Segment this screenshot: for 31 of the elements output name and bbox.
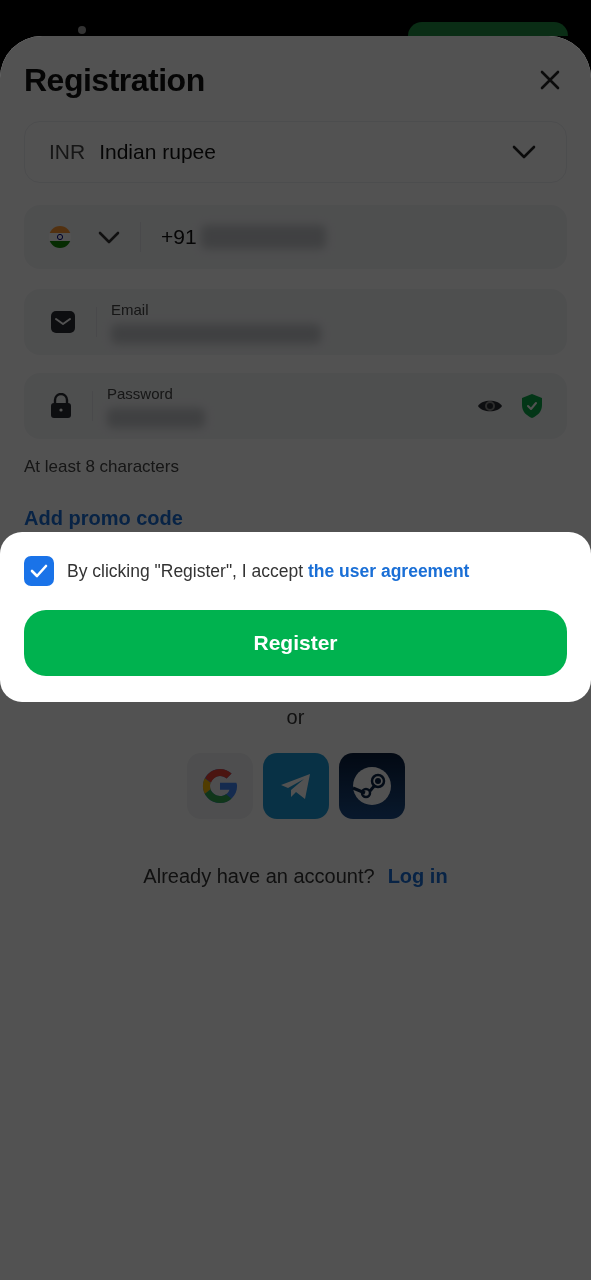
promo-code-link[interactable]: Add promo code [24, 507, 183, 530]
lock-icon [50, 393, 72, 419]
phone-field[interactable]: +91 [24, 205, 567, 269]
shield-check-icon [521, 393, 543, 419]
checkmark-icon [30, 564, 48, 578]
google-login-button[interactable] [186, 753, 253, 819]
register-button[interactable]: Register [24, 610, 567, 676]
dialog-title: Registration [24, 61, 205, 99]
user-agreement-link[interactable]: the user agreement [308, 560, 470, 581]
currency-code: INR [49, 140, 86, 164]
password-field[interactable]: Password [24, 373, 567, 439]
agreement-text: By clicking "Register", I accept the user agreement [67, 560, 470, 582]
divider-text: or [286, 706, 305, 729]
envelope-icon [50, 310, 76, 334]
chevron-down-icon[interactable] [98, 230, 120, 244]
login-link[interactable]: Log in [387, 865, 448, 888]
currency-select[interactable]: INR Indian rupee [24, 121, 567, 183]
currency-name: Indian rupee [99, 140, 217, 164]
field-label: Email [111, 300, 150, 318]
login-prompt: Already have an account? [143, 865, 375, 888]
checkbox[interactable] [24, 556, 54, 586]
telegram-login-button[interactable] [262, 753, 329, 819]
password-hint: At least 8 characters [24, 457, 180, 477]
close-icon[interactable] [539, 69, 561, 91]
flag-icon[interactable] [48, 225, 72, 249]
phone-prefix: +91 [161, 225, 197, 249]
email-field[interactable]: Email [24, 289, 567, 355]
camera-dot [78, 26, 86, 34]
steam-login-button[interactable] [338, 753, 405, 819]
chevron-down-icon [512, 145, 536, 159]
field-label: Password [107, 384, 174, 402]
